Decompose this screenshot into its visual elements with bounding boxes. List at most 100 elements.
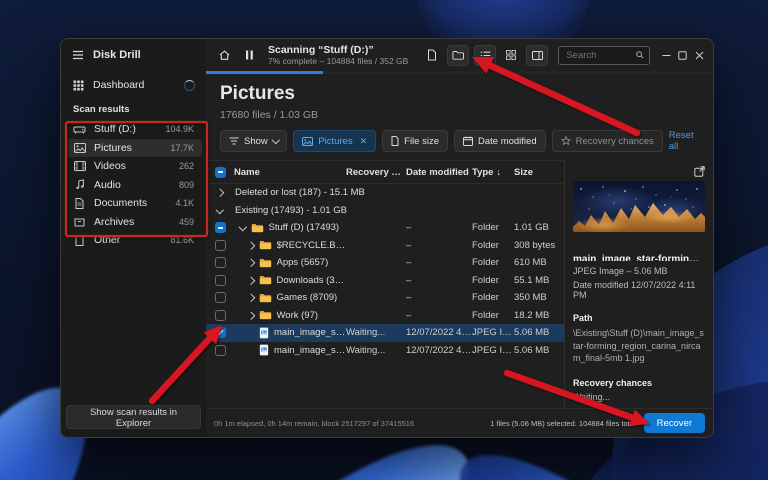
row-checkbox[interactable] xyxy=(214,257,226,269)
page-title: Pictures xyxy=(220,83,295,104)
sidebar-item-pictures[interactable]: Pictures 17.7K xyxy=(65,138,202,157)
row-checkbox-cell[interactable] xyxy=(206,274,234,286)
name-column-header[interactable]: Name xyxy=(234,167,346,178)
row-checkbox[interactable] xyxy=(214,274,226,286)
file-name: main_image_star-fo... xyxy=(274,344,346,356)
row-size-cell: 55.1 MB xyxy=(514,274,550,286)
sidebar-footer: Show scan results in Explorer xyxy=(61,401,206,437)
sidebar-item-audio[interactable]: Audio 809 xyxy=(65,176,202,195)
table-row[interactable]: main_image_star-fo...Waiting... 12/07/202… xyxy=(206,342,564,360)
image-file-icon xyxy=(259,327,269,339)
row-checkbox-cell[interactable] xyxy=(206,344,234,356)
file-size-filter-button[interactable]: File size xyxy=(382,130,448,152)
recovery-chances-column-header[interactable]: Recovery chances xyxy=(346,167,406,178)
row-checkbox-cell[interactable] xyxy=(206,309,234,321)
table-row[interactable]: Apps (5657) – Folder 610 MB xyxy=(206,254,564,272)
file-name: Apps (5657) xyxy=(276,257,329,269)
pause-scan-icon[interactable] xyxy=(239,46,259,65)
row-checkbox-cell[interactable] xyxy=(206,327,234,339)
recover-button[interactable]: Recover xyxy=(643,413,705,433)
preview-filename: main_image_star-forming_r... xyxy=(573,254,705,262)
chevron-right-icon[interactable] xyxy=(246,311,255,320)
pictures-filter-chip[interactable]: Pictures ✕ xyxy=(293,130,377,152)
show-filter-button[interactable]: Show xyxy=(220,130,288,152)
row-type-cell: JPEG Im... xyxy=(472,327,514,339)
preview-panel-toggle-icon[interactable] xyxy=(526,44,549,66)
sidebar-item-documents[interactable]: Documents 4.1K xyxy=(65,194,202,213)
row-checkbox-cell[interactable] xyxy=(206,239,234,251)
chevron-right-icon[interactable] xyxy=(246,276,255,285)
sidebar-item-label: Pictures xyxy=(94,141,132,154)
minimize-button[interactable] xyxy=(660,51,672,60)
sidebar-item-stuff-d[interactable]: Stuff (D:) 104.9K xyxy=(65,120,202,139)
table-row[interactable]: Stuff (D) (17493) – Folder 1.01 GB xyxy=(206,219,564,237)
scan-results-section-label: Scan results xyxy=(73,104,130,115)
row-checkbox[interactable] xyxy=(214,222,226,234)
folder-icon xyxy=(259,258,272,268)
row-name-cell: main_image_star-fo... xyxy=(234,327,346,339)
search-input[interactable] xyxy=(564,48,634,62)
select-all-checkbox[interactable] xyxy=(214,166,226,178)
row-recovery-chances-cell: Waiting... xyxy=(346,327,386,339)
row-type-cell: Folder xyxy=(472,292,499,304)
group-chevron-cell[interactable] xyxy=(206,205,234,214)
sidebar-item-archives[interactable]: Archives 459 xyxy=(65,213,202,232)
list-view-icon[interactable] xyxy=(474,44,497,66)
type-column-header[interactable]: Type ↓ xyxy=(472,167,514,178)
chevron-right-icon[interactable] xyxy=(216,188,224,197)
file-name: Stuff (D) (17493) xyxy=(268,222,340,234)
row-checkbox[interactable] xyxy=(214,292,226,304)
preview-recovery-chances-label: Recovery chances xyxy=(573,378,653,388)
size-column-header[interactable]: Size xyxy=(514,167,564,178)
folder-icon xyxy=(251,223,264,233)
table-row[interactable]: Games (8709) – Folder 350 MB xyxy=(206,289,564,307)
remove-filter-icon[interactable]: ✕ xyxy=(360,136,368,147)
chevron-down-icon[interactable] xyxy=(216,205,224,214)
close-button[interactable] xyxy=(693,51,705,60)
file-name: Work (97) xyxy=(276,309,319,321)
chevron-right-icon[interactable] xyxy=(246,293,255,302)
table-row[interactable]: Deleted or lost (187) - 15.1 MB xyxy=(206,184,564,202)
date-modified-column-header[interactable]: Date modified xyxy=(406,167,472,178)
table-row[interactable]: Downloads (3026) – Folder 55.1 MB xyxy=(206,272,564,290)
select-all-cell[interactable] xyxy=(206,166,234,178)
row-checkbox[interactable] xyxy=(214,327,226,339)
row-checkbox[interactable] xyxy=(214,309,226,321)
recovery-chances-filter-button[interactable]: Recovery chances xyxy=(551,130,663,152)
group-chevron-cell[interactable] xyxy=(206,188,234,197)
folder-view-icon[interactable] xyxy=(447,44,470,66)
show-scan-results-in-explorer-button[interactable]: Show scan results in Explorer xyxy=(66,405,201,429)
drive-icon xyxy=(73,124,86,135)
row-checkbox-cell[interactable] xyxy=(206,222,234,234)
selection-status: 1 files (5.06 MB) selected. 104884 files… xyxy=(490,418,636,428)
preview-recovery-chances-value: Waiting... xyxy=(573,392,611,402)
chevron-right-icon[interactable] xyxy=(246,258,255,267)
table-row[interactable]: main_image_star-fo...Waiting... 12/07/202… xyxy=(206,324,564,342)
new-file-icon[interactable] xyxy=(422,46,442,65)
maximize-button[interactable] xyxy=(677,50,689,60)
table-row[interactable]: $RECYCLE.BIN (2) – Folder 308 bytes xyxy=(206,237,564,255)
row-checkbox[interactable] xyxy=(214,344,226,356)
chevron-right-icon[interactable] xyxy=(246,241,255,250)
row-type-cell: JPEG Im... xyxy=(472,344,514,356)
hamburger-menu-icon[interactable] xyxy=(72,50,84,60)
row-type-cell: Folder xyxy=(472,309,499,321)
sidebar-item-dashboard[interactable]: Dashboard xyxy=(65,74,202,96)
sidebar-item-videos[interactable]: Videos 262 xyxy=(65,157,202,176)
documents-icon xyxy=(73,197,86,209)
row-checkbox-cell[interactable] xyxy=(206,292,234,304)
row-checkbox[interactable] xyxy=(214,239,226,251)
reset-all-link[interactable]: Reset all xyxy=(669,130,699,152)
search-box[interactable] xyxy=(558,45,651,65)
table-row[interactable]: Existing (17493) - 1.01 GB xyxy=(206,202,564,220)
table-row[interactable]: Work (97) – Folder 18.2 MB xyxy=(206,307,564,325)
file-icon xyxy=(391,136,399,146)
chevron-down-icon[interactable] xyxy=(238,222,247,231)
open-preview-external-icon[interactable] xyxy=(694,166,705,177)
grid-view-icon[interactable] xyxy=(501,46,521,65)
row-checkbox-cell[interactable] xyxy=(206,257,234,269)
sidebar-item-other[interactable]: Other 81.6K xyxy=(65,231,202,250)
date-modified-filter-button[interactable]: Date modified xyxy=(453,130,546,152)
preview-image-nebula xyxy=(573,181,705,233)
home-icon[interactable] xyxy=(214,46,234,65)
